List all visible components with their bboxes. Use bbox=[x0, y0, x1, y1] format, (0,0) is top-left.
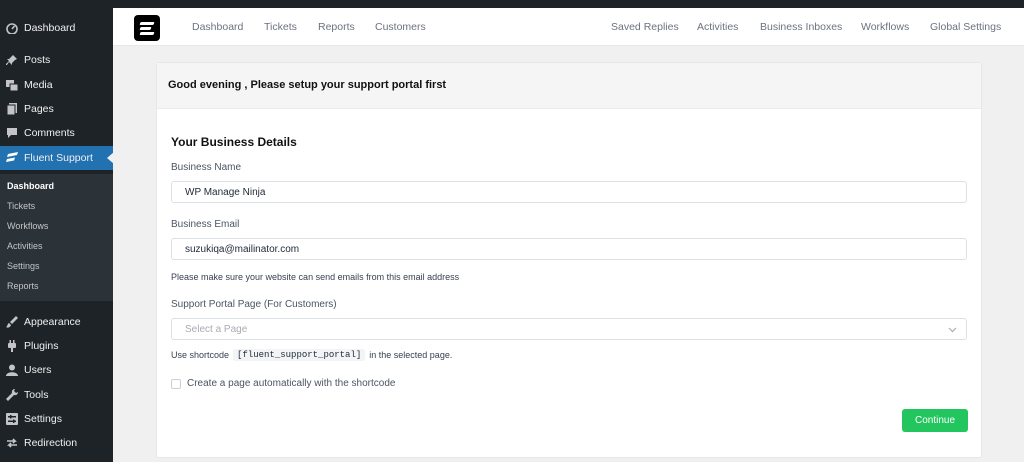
auto-create-page-option[interactable]: Create a page automatically with the sho… bbox=[171, 378, 395, 389]
sidebar-item-label: Appearance bbox=[24, 316, 81, 328]
sidebar-item-appearance[interactable]: Appearance bbox=[0, 310, 113, 334]
submenu-item-tickets[interactable]: Tickets bbox=[7, 201, 35, 211]
plugin-icon bbox=[5, 339, 19, 353]
user-icon bbox=[5, 363, 19, 377]
sidebar-item-comments[interactable]: Comments bbox=[0, 121, 113, 145]
submenu-item-activities[interactable]: Activities bbox=[7, 241, 43, 251]
submenu-item-reports[interactable]: Reports bbox=[7, 281, 39, 291]
business-name-field[interactable] bbox=[171, 181, 967, 203]
nav-activities[interactable]: Activities bbox=[697, 21, 738, 33]
sidebar-item-media[interactable]: Media bbox=[0, 73, 113, 97]
auto-create-page-checkbox[interactable] bbox=[171, 378, 181, 389]
sidebar-item-pages[interactable]: Pages bbox=[0, 97, 113, 121]
comment-icon bbox=[5, 126, 19, 140]
sidebar-item-label: Tools bbox=[24, 389, 49, 401]
fluent-support-submenu: Dashboard Tickets Workflows Activities S… bbox=[0, 174, 113, 301]
submenu-item-workflows[interactable]: Workflows bbox=[7, 221, 48, 231]
business-email-field[interactable] bbox=[171, 238, 967, 260]
sidebar-item-label: Posts bbox=[24, 54, 51, 66]
pages-icon bbox=[5, 102, 19, 116]
admin-sidebar: Dashboard Posts Media Pages Comments Flu… bbox=[0, 8, 114, 462]
media-icon bbox=[5, 78, 19, 92]
portal-page-select[interactable]: Select a Page bbox=[171, 318, 967, 340]
sidebar-item-label: Users bbox=[24, 364, 52, 376]
fluent-support-logo[interactable] bbox=[134, 15, 160, 41]
submenu-item-settings[interactable]: Settings bbox=[7, 261, 40, 271]
nav-tickets[interactable]: Tickets bbox=[264, 21, 297, 33]
sidebar-item-label: Media bbox=[24, 79, 53, 91]
shortcode-value: [fluent_support_portal] bbox=[233, 349, 366, 361]
fluent-support-icon bbox=[5, 151, 19, 165]
chevron-down-icon bbox=[948, 325, 957, 337]
shortcode-prefix: Use shortcode bbox=[171, 350, 230, 360]
sidebar-item-posts[interactable]: Posts bbox=[0, 48, 113, 72]
sidebar-item-users[interactable]: Users bbox=[0, 358, 113, 382]
sidebar-item-dashboard[interactable]: Dashboard bbox=[0, 16, 113, 40]
auto-create-page-label: Create a page automatically with the sho… bbox=[187, 378, 396, 389]
nav-workflows[interactable]: Workflows bbox=[861, 21, 909, 33]
dashboard-icon bbox=[5, 21, 19, 35]
shortcode-help: Use shortcode [fluent_support_portal] in… bbox=[171, 349, 452, 361]
submenu-item-dashboard[interactable]: Dashboard bbox=[7, 181, 54, 191]
admin-bar bbox=[0, 0, 1024, 8]
brush-icon bbox=[5, 315, 19, 329]
sidebar-item-label: Redirection bbox=[24, 437, 78, 449]
nav-business-inboxes[interactable]: Business Inboxes bbox=[760, 21, 842, 33]
card-title: Good evening , Please setup your support… bbox=[168, 79, 447, 91]
sidebar-item-label: Pages bbox=[24, 103, 54, 115]
wrench-icon bbox=[5, 388, 19, 402]
business-email-label: Business Email bbox=[171, 219, 240, 230]
nav-saved-replies[interactable]: Saved Replies bbox=[611, 21, 679, 33]
nav-customers[interactable]: Customers bbox=[375, 21, 426, 33]
nav-reports[interactable]: Reports bbox=[318, 21, 355, 33]
sidebar-item-settings[interactable]: Settings bbox=[0, 407, 113, 431]
sidebar-item-fluent-support[interactable]: Fluent Support bbox=[0, 146, 114, 170]
sidebar-item-label: Settings bbox=[24, 413, 62, 425]
plugin-top-nav: Dashboard Tickets Reports Customers Save… bbox=[113, 8, 1024, 46]
portal-page-placeholder: Select a Page bbox=[185, 324, 248, 335]
pin-icon bbox=[5, 53, 19, 67]
section-title: Your Business Details bbox=[171, 135, 297, 149]
nav-global-settings[interactable]: Global Settings bbox=[930, 21, 1001, 33]
sidebar-item-label: Fluent Support bbox=[24, 152, 93, 164]
sidebar-item-label: Plugins bbox=[24, 340, 59, 352]
email-help-text: Please make sure your website can send e… bbox=[171, 272, 460, 282]
portal-page-label: Support Portal Page (For Customers) bbox=[171, 299, 337, 310]
card-header: Good evening , Please setup your support… bbox=[157, 63, 981, 109]
sidebar-item-tools[interactable]: Tools bbox=[0, 383, 113, 407]
sidebar-item-label: Dashboard bbox=[24, 22, 76, 34]
settings-icon bbox=[5, 412, 19, 426]
continue-button[interactable]: Continue bbox=[902, 409, 968, 432]
redirect-icon bbox=[5, 436, 19, 450]
sidebar-item-plugins[interactable]: Plugins bbox=[0, 334, 113, 358]
shortcode-suffix: in the selected page. bbox=[369, 350, 453, 360]
sidebar-item-label: Comments bbox=[24, 127, 75, 139]
nav-dashboard[interactable]: Dashboard bbox=[192, 21, 243, 33]
sidebar-item-redirection[interactable]: Redirection bbox=[0, 431, 113, 455]
business-name-label: Business Name bbox=[171, 162, 242, 173]
setup-card: Good evening , Please setup your support… bbox=[156, 62, 982, 458]
